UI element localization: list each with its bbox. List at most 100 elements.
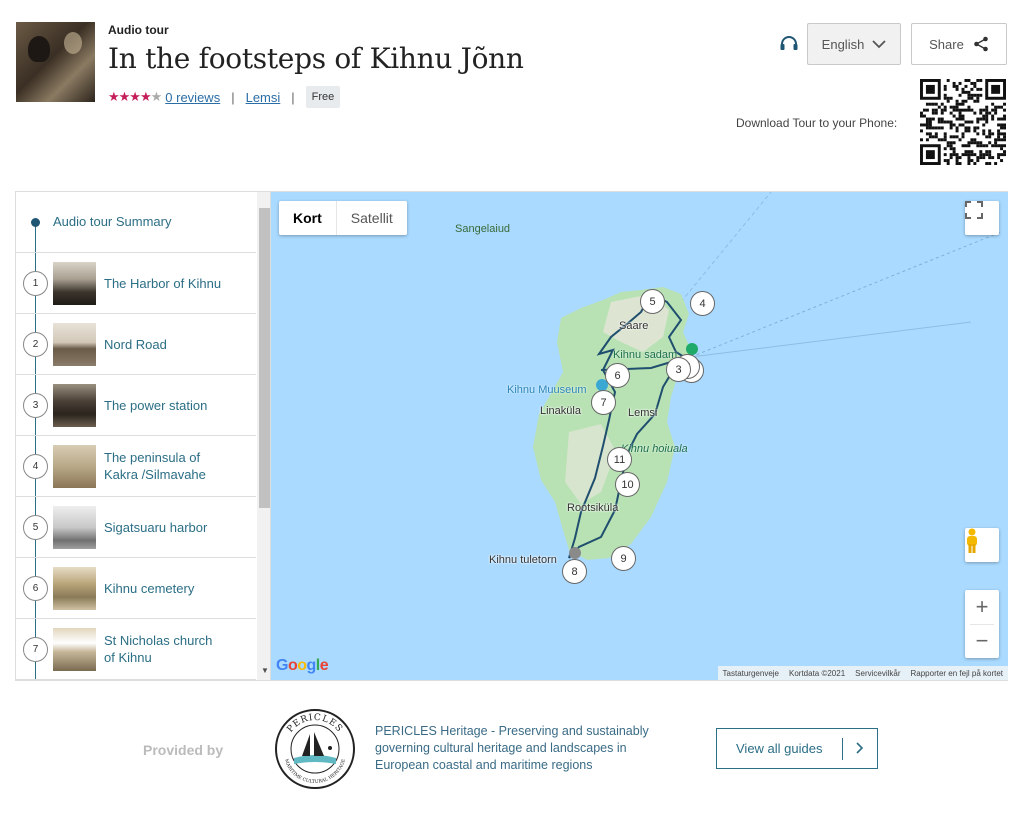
stop-label: Sigatsuaru harbor xyxy=(104,519,208,535)
map-data-label: Kortdata ©2021 xyxy=(789,668,846,678)
summary-item[interactable]: Audio tour Summary xyxy=(16,192,256,253)
map-marker-8[interactable]: 8 xyxy=(562,559,587,584)
map-marker-11[interactable]: 11 xyxy=(607,447,632,472)
provided-by-label: Provided by xyxy=(143,742,224,758)
map-marker-4[interactable]: 4 xyxy=(690,291,715,316)
stop-label: St Nicholas church of Kihnu xyxy=(104,633,213,665)
stop-thumbnail xyxy=(53,506,96,549)
tab-satellite[interactable]: Satellit xyxy=(337,201,407,235)
zoom-out-button[interactable]: − xyxy=(965,624,999,658)
map-attribution: Tastaturgenveje Kortdata ©2021 Servicevi… xyxy=(717,666,1009,680)
tour-meta: ★★★★★ 0 reviews | Lemsi | Free xyxy=(108,86,341,108)
tab-map[interactable]: Kort xyxy=(279,201,337,235)
timeline-dot-icon xyxy=(31,218,40,227)
stop-label: The power station xyxy=(104,397,208,413)
keyboard-shortcuts-link[interactable]: Tastaturgenveje xyxy=(718,669,784,678)
street-view-button[interactable] xyxy=(965,528,999,562)
stop-item-4[interactable]: 4 The peninsula of Kakra /Silmavahe xyxy=(16,436,256,497)
star-rating-empty: ★ xyxy=(150,89,163,104)
stop-label: The Harbor of Kihnu xyxy=(104,275,222,291)
google-logo[interactable]: Google xyxy=(276,657,329,675)
place-label: Kihnu tuletorn xyxy=(489,554,557,566)
map-marker-9[interactable]: 9 xyxy=(611,546,636,571)
share-label: Share xyxy=(929,36,964,52)
tour-header: Audio tour In the footsteps of Kihnu Jõn… xyxy=(0,0,1024,191)
stops-sidebar: Audio tour Summary 1 The Harbor of Kihnu… xyxy=(15,192,271,680)
tour-type-label: Audio tour xyxy=(108,23,169,37)
place-label: Kihnu sadam xyxy=(613,349,678,361)
stop-label: Kihnu cemetery xyxy=(104,580,195,596)
stop-item-1[interactable]: 1 The Harbor of Kihnu xyxy=(16,253,256,314)
share-icon xyxy=(974,36,988,52)
google-logo-letter: o xyxy=(287,657,298,674)
stop-thumbnail xyxy=(53,384,96,427)
chevron-down-icon xyxy=(872,39,886,48)
place-label: Lemsi xyxy=(628,407,658,419)
zoom-control: + − xyxy=(965,590,999,658)
stop-number: 7 xyxy=(23,637,48,662)
zoom-in-button[interactable]: + xyxy=(965,590,999,624)
star-rating: ★★★★★ xyxy=(108,89,163,105)
map-canvas xyxy=(533,192,1002,560)
stop-item-7[interactable]: 7 St Nicholas church of Kihnu xyxy=(16,619,256,680)
qr-code-icon[interactable] xyxy=(920,79,1006,165)
tour-thumbnail xyxy=(16,22,95,102)
stop-thumbnail xyxy=(53,445,96,488)
tour-map[interactable]: Sangelaiud Saare Kihnu sadam Kihnu Muuse… xyxy=(271,192,1008,680)
sidebar-scrollbar[interactable]: ▼ xyxy=(257,192,270,680)
stop-item-5[interactable]: 5 Sigatsuaru harbor xyxy=(16,497,256,558)
fullscreen-icon xyxy=(965,201,983,219)
stop-item-3[interactable]: 3 The power station xyxy=(16,375,256,436)
stop-thumbnail xyxy=(53,567,96,610)
lighthouse-pin-icon[interactable] xyxy=(569,547,581,559)
stop-number: 2 xyxy=(23,332,48,357)
place-label: Saare xyxy=(619,320,649,332)
stop-thumbnail xyxy=(53,323,96,366)
stop-thumbnail xyxy=(53,262,96,305)
stop-label: Nord Road xyxy=(104,336,167,352)
stop-item-2[interactable]: 2 Nord Road xyxy=(16,314,256,375)
share-button[interactable]: Share xyxy=(911,23,1007,65)
provider-footer: Provided by PERICLES MARITIME CULTURAL H… xyxy=(0,682,1024,813)
reviews-link[interactable]: 0 reviews xyxy=(165,90,220,105)
separator: | xyxy=(231,89,235,105)
page-title: In the footsteps of Kihnu Jõnn xyxy=(108,42,524,75)
stop-number: 3 xyxy=(23,393,48,418)
language-select[interactable]: English xyxy=(807,23,901,65)
star-rating-filled: ★★★★ xyxy=(108,89,152,104)
scroll-down-icon[interactable]: ▼ xyxy=(261,666,269,675)
language-label: English xyxy=(821,36,865,52)
terms-link[interactable]: Servicevilkår xyxy=(850,669,905,678)
map-marker-10[interactable]: 10 xyxy=(615,472,640,497)
google-logo-letter: o xyxy=(297,657,307,674)
price-badge: Free xyxy=(305,86,341,108)
place-label: Linaküla xyxy=(540,405,581,417)
place-label: Sangelaiud xyxy=(455,223,511,235)
map-type-tabs: Kort Satellit xyxy=(279,201,407,235)
stop-number: 5 xyxy=(23,515,48,540)
ferry-line xyxy=(680,192,772,303)
ferry-line xyxy=(690,231,1002,358)
map-marker-6[interactable]: 6 xyxy=(605,363,630,388)
ferry-line xyxy=(690,321,972,358)
stop-label: The peninsula of Kakra /Silmavahe xyxy=(104,450,206,482)
map-marker-5[interactable]: 5 xyxy=(640,289,665,314)
tour-body: Audio tour Summary 1 The Harbor of Kihnu… xyxy=(15,191,1008,681)
report-error-link[interactable]: Rapporter en fejl på kortet xyxy=(906,669,1009,678)
scrollbar-thumb[interactable] xyxy=(259,208,270,508)
google-logo-letter: G xyxy=(276,657,288,674)
view-all-guides-button[interactable]: View all guides xyxy=(716,728,878,769)
stop-number: 6 xyxy=(23,576,48,601)
view-all-label: View all guides xyxy=(736,741,823,756)
map-marker-7[interactable]: 7 xyxy=(591,390,616,415)
place-label: Kihnu Muuseum xyxy=(507,384,587,396)
fullscreen-button[interactable] xyxy=(965,201,999,235)
place-label: Rootsiküla xyxy=(567,502,619,514)
stop-number: 1 xyxy=(23,271,48,296)
location-link[interactable]: Lemsi xyxy=(246,90,281,105)
stop-item-6[interactable]: 6 Kihnu cemetery xyxy=(16,558,256,619)
stop-thumbnail xyxy=(53,628,96,671)
pericles-logo[interactable]: PERICLES MARITIME CULTURAL HERITAGE xyxy=(274,708,356,790)
map-marker-3[interactable]: 3 xyxy=(666,357,691,382)
headphones-icon xyxy=(780,36,798,50)
